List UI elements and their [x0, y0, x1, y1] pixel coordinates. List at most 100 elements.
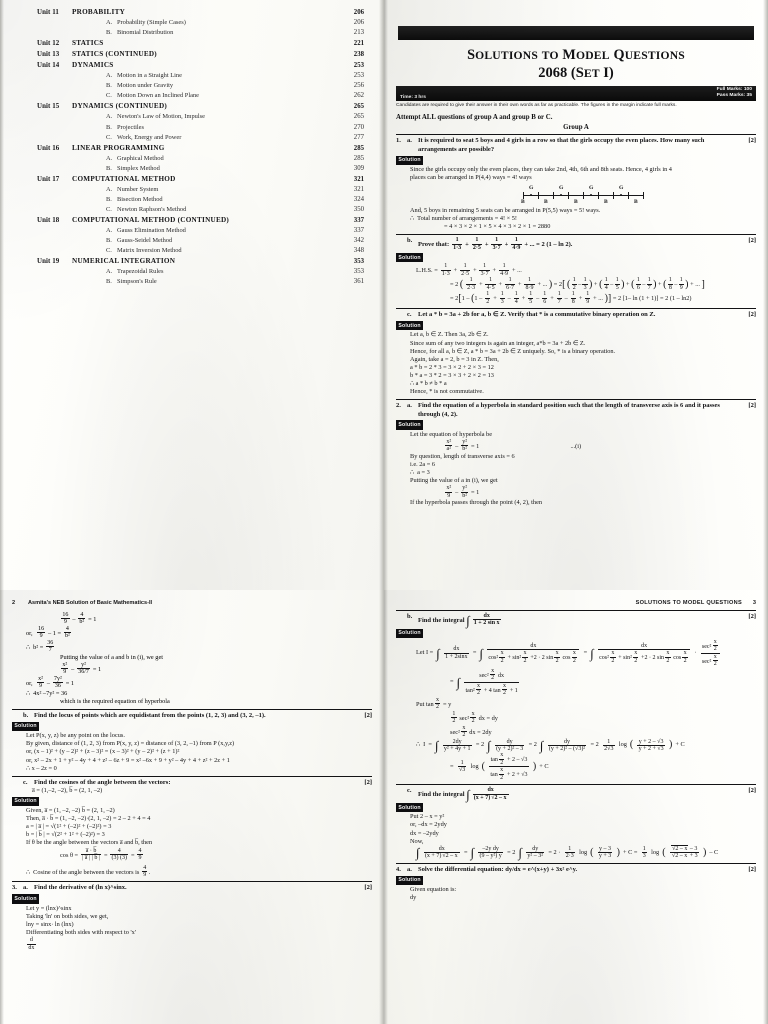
toc-entry-title: B. Simpson's Rule: [106, 278, 157, 286]
toc-page-number: 353: [353, 258, 364, 266]
toc-row[interactable]: A. Newton's Law of Motion, Impulse 265: [24, 113, 370, 120]
q1a-line1: Since the girls occupy only the even pla…: [410, 165, 672, 173]
toc-row[interactable]: Unit 12 STATICS 221: [24, 39, 370, 47]
toc-row[interactable]: Unit 11 PROBABILITY 206: [24, 8, 370, 16]
q4a-number: 4.: [396, 865, 401, 873]
toc-row[interactable]: B. Simpson's Rule 361: [24, 278, 370, 285]
q2a-equation-i: x² a² – y² b² = 1 ...(i): [445, 438, 582, 453]
question-2a: 2. a. Find the equation of a hyperbola i…: [396, 402, 756, 507]
toc-row[interactable]: C. Motion Down an Inclined Plane 262: [24, 92, 370, 99]
toc-row[interactable]: B. Gauss-Seidel Method 342: [24, 237, 370, 244]
toc-row[interactable]: Unit 13 STATICS (CONTINUED) 238: [24, 50, 370, 58]
q1c-text: Let a * b = 3a + 2b for a, b ∈ Z. Verify…: [418, 311, 656, 319]
toc-entry-title: B. Simplex Method: [106, 164, 160, 172]
q2c-vectors: a̅ = (1,–2, –2), b̅ = (2, 1, –2): [32, 787, 103, 795]
running-head-page2: 2 Asmita's NEB Solution of Basic Mathema…: [0, 600, 384, 606]
solution-label: Solution: [12, 894, 40, 904]
toc-row[interactable]: A. Graphical Method 285: [24, 155, 370, 162]
q4c-marks: [2]: [748, 787, 756, 795]
rule: [12, 708, 372, 710]
toc-unit-label: Unit 16: [37, 144, 60, 152]
seating-diagram: G G G G B B B B B: [519, 184, 647, 206]
toc-row[interactable]: Unit 18 COMPUTATIONAL METHOD (CONTINUED) 3…: [24, 216, 370, 224]
toc-row[interactable]: C. Matrix Inversion Method 348: [24, 247, 370, 254]
toc-row[interactable]: C. Work, Energy and Power 277: [24, 134, 370, 141]
q1a-line4: ∴ Total number of arrangements = 4! × 5!: [410, 215, 518, 223]
toc-row[interactable]: A. Gauss Elimination Method 337: [24, 227, 370, 234]
toc-row[interactable]: A. Motion in a Straight Line 253: [24, 72, 370, 79]
question-2b: b. Find the locus of points which are eq…: [12, 712, 372, 773]
diagram-boy-2: B: [544, 199, 548, 206]
toc-page-number: 253: [353, 62, 364, 70]
scanned-spread: Unit 11 PROBABILITY 206 A. Probability (Simp…: [0, 0, 768, 1024]
toc-row[interactable]: B. Binomial Distribution 213: [24, 29, 370, 36]
q2b-number: [12, 712, 23, 720]
toc-entry-title: A. Probability (Simple Cases): [106, 19, 186, 27]
toc-page-number: 270: [353, 123, 364, 131]
toc-row[interactable]: B. Motion under Gravity 256: [24, 82, 370, 89]
q2c-solution: Given, a̅ = (1, –2, –2) b̅ = (2, 1, –2) T…: [12, 807, 372, 847]
toc-sub-letter: A.: [106, 154, 113, 162]
q2b-line-1: Let P(x, y, z) be any point on the locus…: [26, 732, 125, 740]
q4b-sec2: sec² x 2 dx = 2dy: [450, 724, 492, 739]
toc-row[interactable]: Unit 14 DYNAMICS 253: [24, 61, 370, 69]
rule: [396, 234, 756, 236]
toc-entry-title: STATICS (CONTINUED): [72, 50, 157, 59]
q4c-line-2: or, –dx = 2ydy: [410, 821, 447, 829]
toc-row[interactable]: Unit 15 DYNAMICS (CONTINUED) 265: [24, 102, 370, 110]
q3a-line-2: Taking 'ln' on both sides, we get,: [26, 912, 109, 920]
toc-sub-letter: B.: [106, 123, 112, 131]
toc-page-number: 321: [353, 185, 364, 193]
q2a-number: 2.: [396, 402, 401, 410]
toc-entry-title: COMPUTATIONAL METHOD: [72, 174, 176, 183]
q2a-equation-ii: x² 9 – y² b² = 1: [445, 485, 480, 499]
q3a-letter: a.: [23, 884, 28, 892]
q4b-number: [396, 613, 407, 627]
exam-time: Time: 3 hrs: [400, 95, 427, 100]
toc-entry-title: C. Newton Raphson's Method: [106, 205, 187, 213]
toc-unit-label: Unit 12: [37, 40, 60, 48]
q2a-marks: [2]: [748, 402, 756, 410]
table-of-contents: Unit 11 PROBABILITY 206 A. Probability (Simp…: [0, 8, 384, 288]
toc-sub-letter: A.: [106, 185, 113, 193]
toc-row[interactable]: B. Bisection Method 324: [24, 196, 370, 203]
toc-entry-title: A. Gauss Elimination Method: [106, 226, 186, 234]
diagram-girl-2: G: [559, 185, 564, 192]
toc-sub-letter: A.: [106, 226, 113, 234]
pass-marks: Pass Marks: 35: [716, 93, 752, 99]
toc-sub-letter: C.: [106, 247, 112, 255]
toc-row[interactable]: Unit 19 NUMERICAL INTEGRATION 353: [24, 257, 370, 265]
q2c-letter: c.: [23, 778, 28, 786]
toc-entry-title: DYNAMICS: [72, 61, 114, 70]
toc-row[interactable]: Unit 17 COMPUTATIONAL METHOD 321: [24, 175, 370, 183]
toc-entry-title: LINEAR PROGRAMMING: [72, 143, 165, 152]
diagram-boy-3: B: [574, 199, 578, 206]
exam-title-line1: SOLUTIONS TO MODEL QUESTIONS: [467, 47, 685, 63]
solution-label: Solution: [12, 796, 40, 807]
exam-marks: Full Marks: 100 Pass Marks: 35: [717, 87, 752, 100]
q2c-line-5: If θ be the angle between the vectors a̅…: [26, 839, 153, 847]
toc-row[interactable]: A. Trapezoidal Rules 353: [24, 268, 370, 275]
toc-page-number: 309: [353, 164, 364, 172]
exam-title-line2: 2068 (SET I): [538, 65, 614, 81]
diagram-girl-1: G: [529, 185, 534, 192]
toc-row[interactable]: B. Simplex Method 309: [24, 165, 370, 172]
toc-sub-letter: B.: [106, 237, 112, 245]
q4c-line-1: Put 2 – x = y²: [410, 813, 445, 821]
toc-row[interactable]: A. Number System 321: [24, 186, 370, 193]
toc-sub-letter: C.: [106, 133, 112, 141]
toc-row[interactable]: B. Projectiles 270: [24, 124, 370, 131]
solution-label: Solution: [396, 628, 424, 638]
toc-row[interactable]: C. Newton Raphson's Method 350: [24, 206, 370, 213]
q4b-step2: = ∫ sec² x 2 dx tan² x 2 + 4 tan x 2 + 1: [450, 667, 519, 697]
q4b-text: Find the integral ∫ dx 1 + 2 sin x: [418, 613, 501, 628]
question-4b: b. Find the integral ∫ dx 1 + 2 sin x [2]…: [396, 613, 756, 781]
toc-page-number: 221: [353, 40, 364, 48]
q1c-line-7: ∴ a * b ≠ b * a: [410, 380, 447, 388]
q1b-number: [396, 237, 407, 251]
p2-eq5: or, x² 9 – 7y² 36 = 1: [26, 675, 74, 690]
page2-body: 16 9 – 4 b² = 1 or, 16 9 – 1 = 4 b² ∴ b² = 3…: [0, 612, 384, 951]
question-4c: c. Find the integral ∫ dx (x + 7)√2 – x […: [396, 787, 756, 860]
toc-row[interactable]: Unit 16 LINEAR PROGRAMMING 285: [24, 144, 370, 152]
toc-row[interactable]: A. Probability (Simple Cases) 206: [24, 19, 370, 26]
